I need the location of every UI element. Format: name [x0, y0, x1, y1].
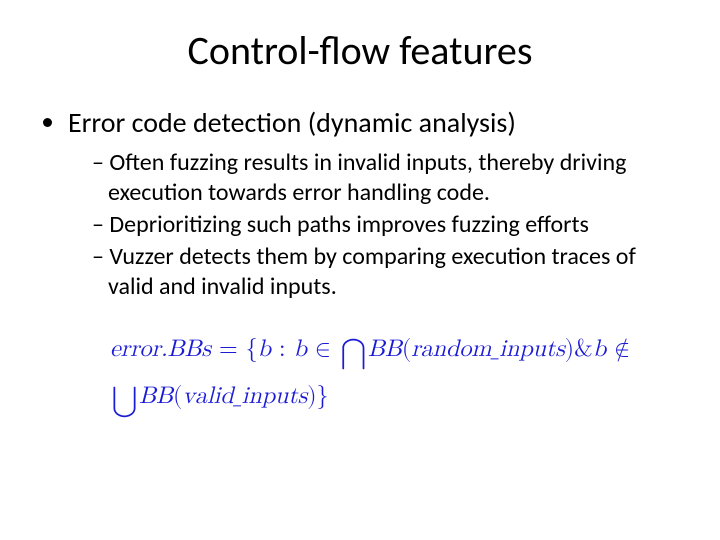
f-lp2: (	[173, 384, 182, 408]
sub-bullet-3: Vuzzer detects them by comparing executi…	[92, 242, 680, 302]
f-b: b	[258, 337, 271, 361]
f-eq: =	[211, 337, 246, 361]
f-rand: random_inputs	[411, 337, 565, 361]
formula-block: error.BBs = {b : b ∈ ⋂BB(random_inputs)&…	[40, 330, 680, 423]
bullet-item-1: Error code detection (dynamic analysis) …	[68, 105, 680, 302]
f-bb1: BB	[368, 337, 402, 361]
f-in: ∈	[307, 337, 339, 361]
f-amp: &	[574, 337, 593, 361]
bullet-list: Error code detection (dynamic analysis) …	[40, 105, 680, 302]
f-b2: b	[294, 337, 307, 361]
f-notin: ∉	[606, 337, 630, 361]
sub-bullet-list: Often fuzzing results in invalid inputs,…	[68, 148, 680, 302]
intersection-icon: ⋂	[339, 330, 368, 377]
bullet-1-text: Error code detection (dynamic analysis)	[68, 105, 516, 140]
slide-title: Control-flow features	[40, 26, 680, 75]
f-lbrace: {	[246, 337, 258, 361]
f-rp2: )	[307, 384, 316, 408]
f-valid: valid_inputs	[182, 384, 307, 408]
f-lp1: (	[402, 337, 411, 361]
union-icon: ⋃	[110, 377, 139, 424]
f-b3: b	[593, 337, 606, 361]
f-lhs: error.BBs	[110, 337, 211, 361]
f-bb2: BB	[139, 384, 173, 408]
sub-bullet-1: Often fuzzing results in invalid inputs,…	[92, 148, 680, 208]
sub-bullet-2: Deprioritizing such paths improves fuzzi…	[92, 210, 680, 240]
f-rbrace: }	[317, 384, 329, 408]
formula: error.BBs = {b : b ∈ ⋂BB(random_inputs)&…	[110, 330, 680, 423]
slide: Control-flow features Error code detecti…	[0, 0, 720, 540]
f-rp1: )	[565, 337, 574, 361]
f-colon: :	[271, 337, 294, 361]
